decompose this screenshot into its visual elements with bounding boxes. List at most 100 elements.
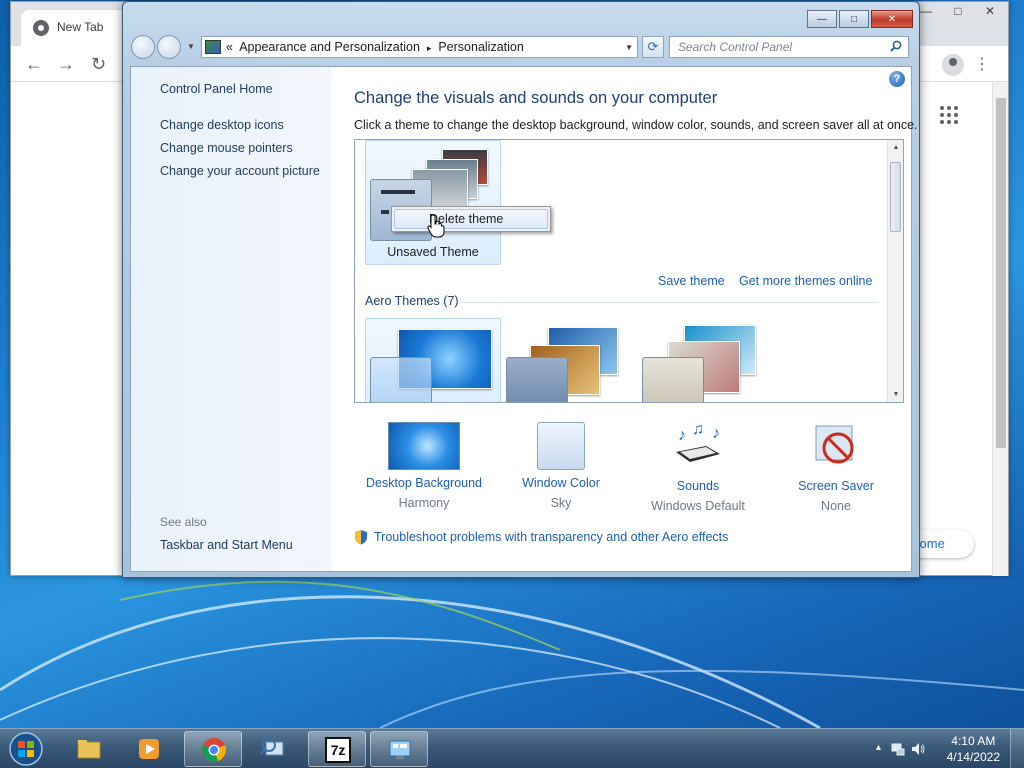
help-icon[interactable]: ? <box>889 71 905 87</box>
scroll-up-icon[interactable]: ▲ <box>888 144 903 151</box>
aero-theme-tile-windows7[interactable] <box>365 318 501 402</box>
sounds-value: Windows Default <box>651 499 745 513</box>
svg-text:♫: ♫ <box>692 422 704 438</box>
window-color-value: Sky <box>550 496 572 510</box>
change-mouse-pointers-link[interactable]: Change mouse pointers <box>160 141 293 155</box>
search-input[interactable]: Search Control Panel <box>669 36 909 58</box>
desktop-background-value: Harmony <box>398 496 450 510</box>
unsaved-theme-label: Unsaved Theme <box>387 245 479 259</box>
change-account-picture-link[interactable]: Change your account picture <box>160 164 320 178</box>
scroll-down-icon[interactable]: ▼ <box>888 391 903 398</box>
group-divider <box>458 302 878 303</box>
window-color-preview <box>370 357 432 402</box>
show-hidden-icons[interactable]: ▲ <box>874 742 883 752</box>
svg-text:♪: ♪ <box>712 425 720 442</box>
show-desktop-button[interactable] <box>1010 729 1024 768</box>
forward-arrow-icon[interactable]: → <box>57 54 75 74</box>
window-color-preview <box>642 357 704 402</box>
context-menu: Delete theme <box>391 206 551 232</box>
taskbar-control-panel[interactable] <box>370 731 428 767</box>
page-title: Change the visuals and sounds on your co… <box>354 89 718 107</box>
start-button-icon[interactable] <box>6 730 46 768</box>
aero-theme-tile-nature[interactable] <box>637 318 773 402</box>
menu-dots-icon[interactable]: ⋮ <box>974 54 990 74</box>
forward-button[interactable] <box>157 35 181 59</box>
control-panel-window: — □ ✕ ▼ « Appearance and Personalization… <box>122 1 920 578</box>
taskbar-control-panel-search[interactable] <box>244 731 302 767</box>
window-color-icon <box>537 422 585 470</box>
clock-time: 4:10 AM <box>951 734 996 748</box>
see-also-heading: See also <box>160 515 207 529</box>
back-arrow-icon[interactable]: ← <box>25 54 43 74</box>
taskbar: 7z ▲ 4:10 AM 4/14/2022 <box>0 728 1024 768</box>
magnifier-monitor-icon <box>260 738 284 756</box>
left-pane: Control Panel Home Change desktop icons … <box>131 67 331 571</box>
taskbar-media-player[interactable] <box>120 731 178 767</box>
save-theme-link[interactable]: Save theme <box>658 274 725 288</box>
window-color-preview <box>506 357 568 402</box>
window-color-label[interactable]: Window Color <box>496 476 626 490</box>
unsaved-theme-tile[interactable]: Unsaved Theme <box>365 140 501 265</box>
theme-list-scrollbar[interactable]: ▲ ▼ <box>887 140 903 402</box>
volume-icon[interactable] <box>910 741 926 757</box>
back-button[interactable] <box>131 35 155 59</box>
hand-cursor-icon <box>427 214 445 238</box>
window-color-setting[interactable]: Window Color Sky <box>496 422 626 510</box>
navigation-bar: ▼ « Appearance and Personalization ▸ Per… <box>131 35 911 61</box>
chrome-scrollbar[interactable] <box>992 82 1008 576</box>
apps-grid-icon[interactable] <box>940 106 958 124</box>
screen-saver-icon <box>815 425 854 464</box>
sounds-setting[interactable]: ♪ ♫ ♪ Sounds Windows Default <box>633 421 763 513</box>
desktop-background-setting[interactable]: Desktop Background Harmony <box>359 422 489 510</box>
minimize-button[interactable]: — <box>807 10 837 28</box>
change-desktop-icons-link[interactable]: Change desktop icons <box>160 118 284 132</box>
address-dropdown-icon[interactable]: ▼ <box>625 43 633 52</box>
chrome-logo-icon <box>33 20 49 36</box>
desktop-background-label[interactable]: Desktop Background <box>359 476 489 490</box>
taskbar-chrome[interactable] <box>184 731 242 767</box>
clock[interactable]: 4:10 AM 4/14/2022 <box>947 733 1000 765</box>
taskbar-start-menu-link[interactable]: Taskbar and Start Menu <box>160 538 293 552</box>
content-area: Control Panel Home Change desktop icons … <box>130 66 918 572</box>
network-icon[interactable] <box>890 741 906 757</box>
scrollbar-thumb[interactable] <box>890 162 901 232</box>
aero-themes-heading: Aero Themes (7) <box>365 294 459 308</box>
refresh-button[interactable]: ⟳ <box>642 36 664 58</box>
maximize-button[interactable]: □ <box>839 10 869 28</box>
screen-saver-setting[interactable]: Screen Saver None <box>771 422 901 513</box>
delete-theme-menu-item[interactable]: Delete theme <box>394 209 548 229</box>
folder-icon <box>77 740 101 759</box>
troubleshoot-row: Troubleshoot problems with transparency … <box>354 529 728 545</box>
taskbar-7zip[interactable]: 7z <box>308 731 366 767</box>
clock-date: 4/14/2022 <box>946 750 1000 764</box>
control-panel-icon <box>389 740 411 759</box>
chrome-scrollbar-thumb[interactable] <box>996 98 1006 448</box>
breadcrumb-appearance[interactable]: Appearance and Personalization <box>239 40 420 54</box>
breadcrumb-personalization[interactable]: Personalization <box>438 40 523 54</box>
screen-saver-label[interactable]: Screen Saver <box>771 479 901 493</box>
chrome-tab-label: New Tab <box>57 20 104 34</box>
reload-icon[interactable]: ↻ <box>91 54 106 74</box>
media-player-icon <box>139 739 159 759</box>
shield-icon <box>355 530 367 545</box>
control-panel-home-link[interactable]: Control Panel Home <box>160 82 273 96</box>
address-bar[interactable]: « Appearance and Personalization ▸ Perso… <box>201 36 638 58</box>
chrome-window-controls: — □ ✕ <box>914 2 1002 20</box>
search-icon[interactable] <box>890 40 902 52</box>
breadcrumb-prefix[interactable]: « <box>226 40 233 54</box>
chrome-close-icon[interactable]: ✕ <box>978 2 1002 20</box>
breadcrumb-separator[interactable]: ▸ <box>427 43 432 53</box>
close-button[interactable]: ✕ <box>871 10 913 28</box>
aero-theme-tile-architecture[interactable] <box>501 318 637 402</box>
profile-icon[interactable] <box>942 54 964 76</box>
get-more-themes-link[interactable]: Get more themes online <box>739 274 872 288</box>
taskbar-explorer[interactable] <box>60 731 118 767</box>
chrome-icon <box>202 738 226 762</box>
troubleshoot-transparency-link[interactable]: Troubleshoot problems with transparency … <box>374 530 728 544</box>
recent-pages-dropdown[interactable]: ▼ <box>187 42 195 51</box>
desktop-background-icon <box>388 422 460 470</box>
sounds-label[interactable]: Sounds <box>633 479 763 493</box>
sevenzip-icon: 7z <box>325 737 351 763</box>
chrome-maximize-icon[interactable]: □ <box>946 2 970 20</box>
svg-text:♪: ♪ <box>678 427 686 444</box>
